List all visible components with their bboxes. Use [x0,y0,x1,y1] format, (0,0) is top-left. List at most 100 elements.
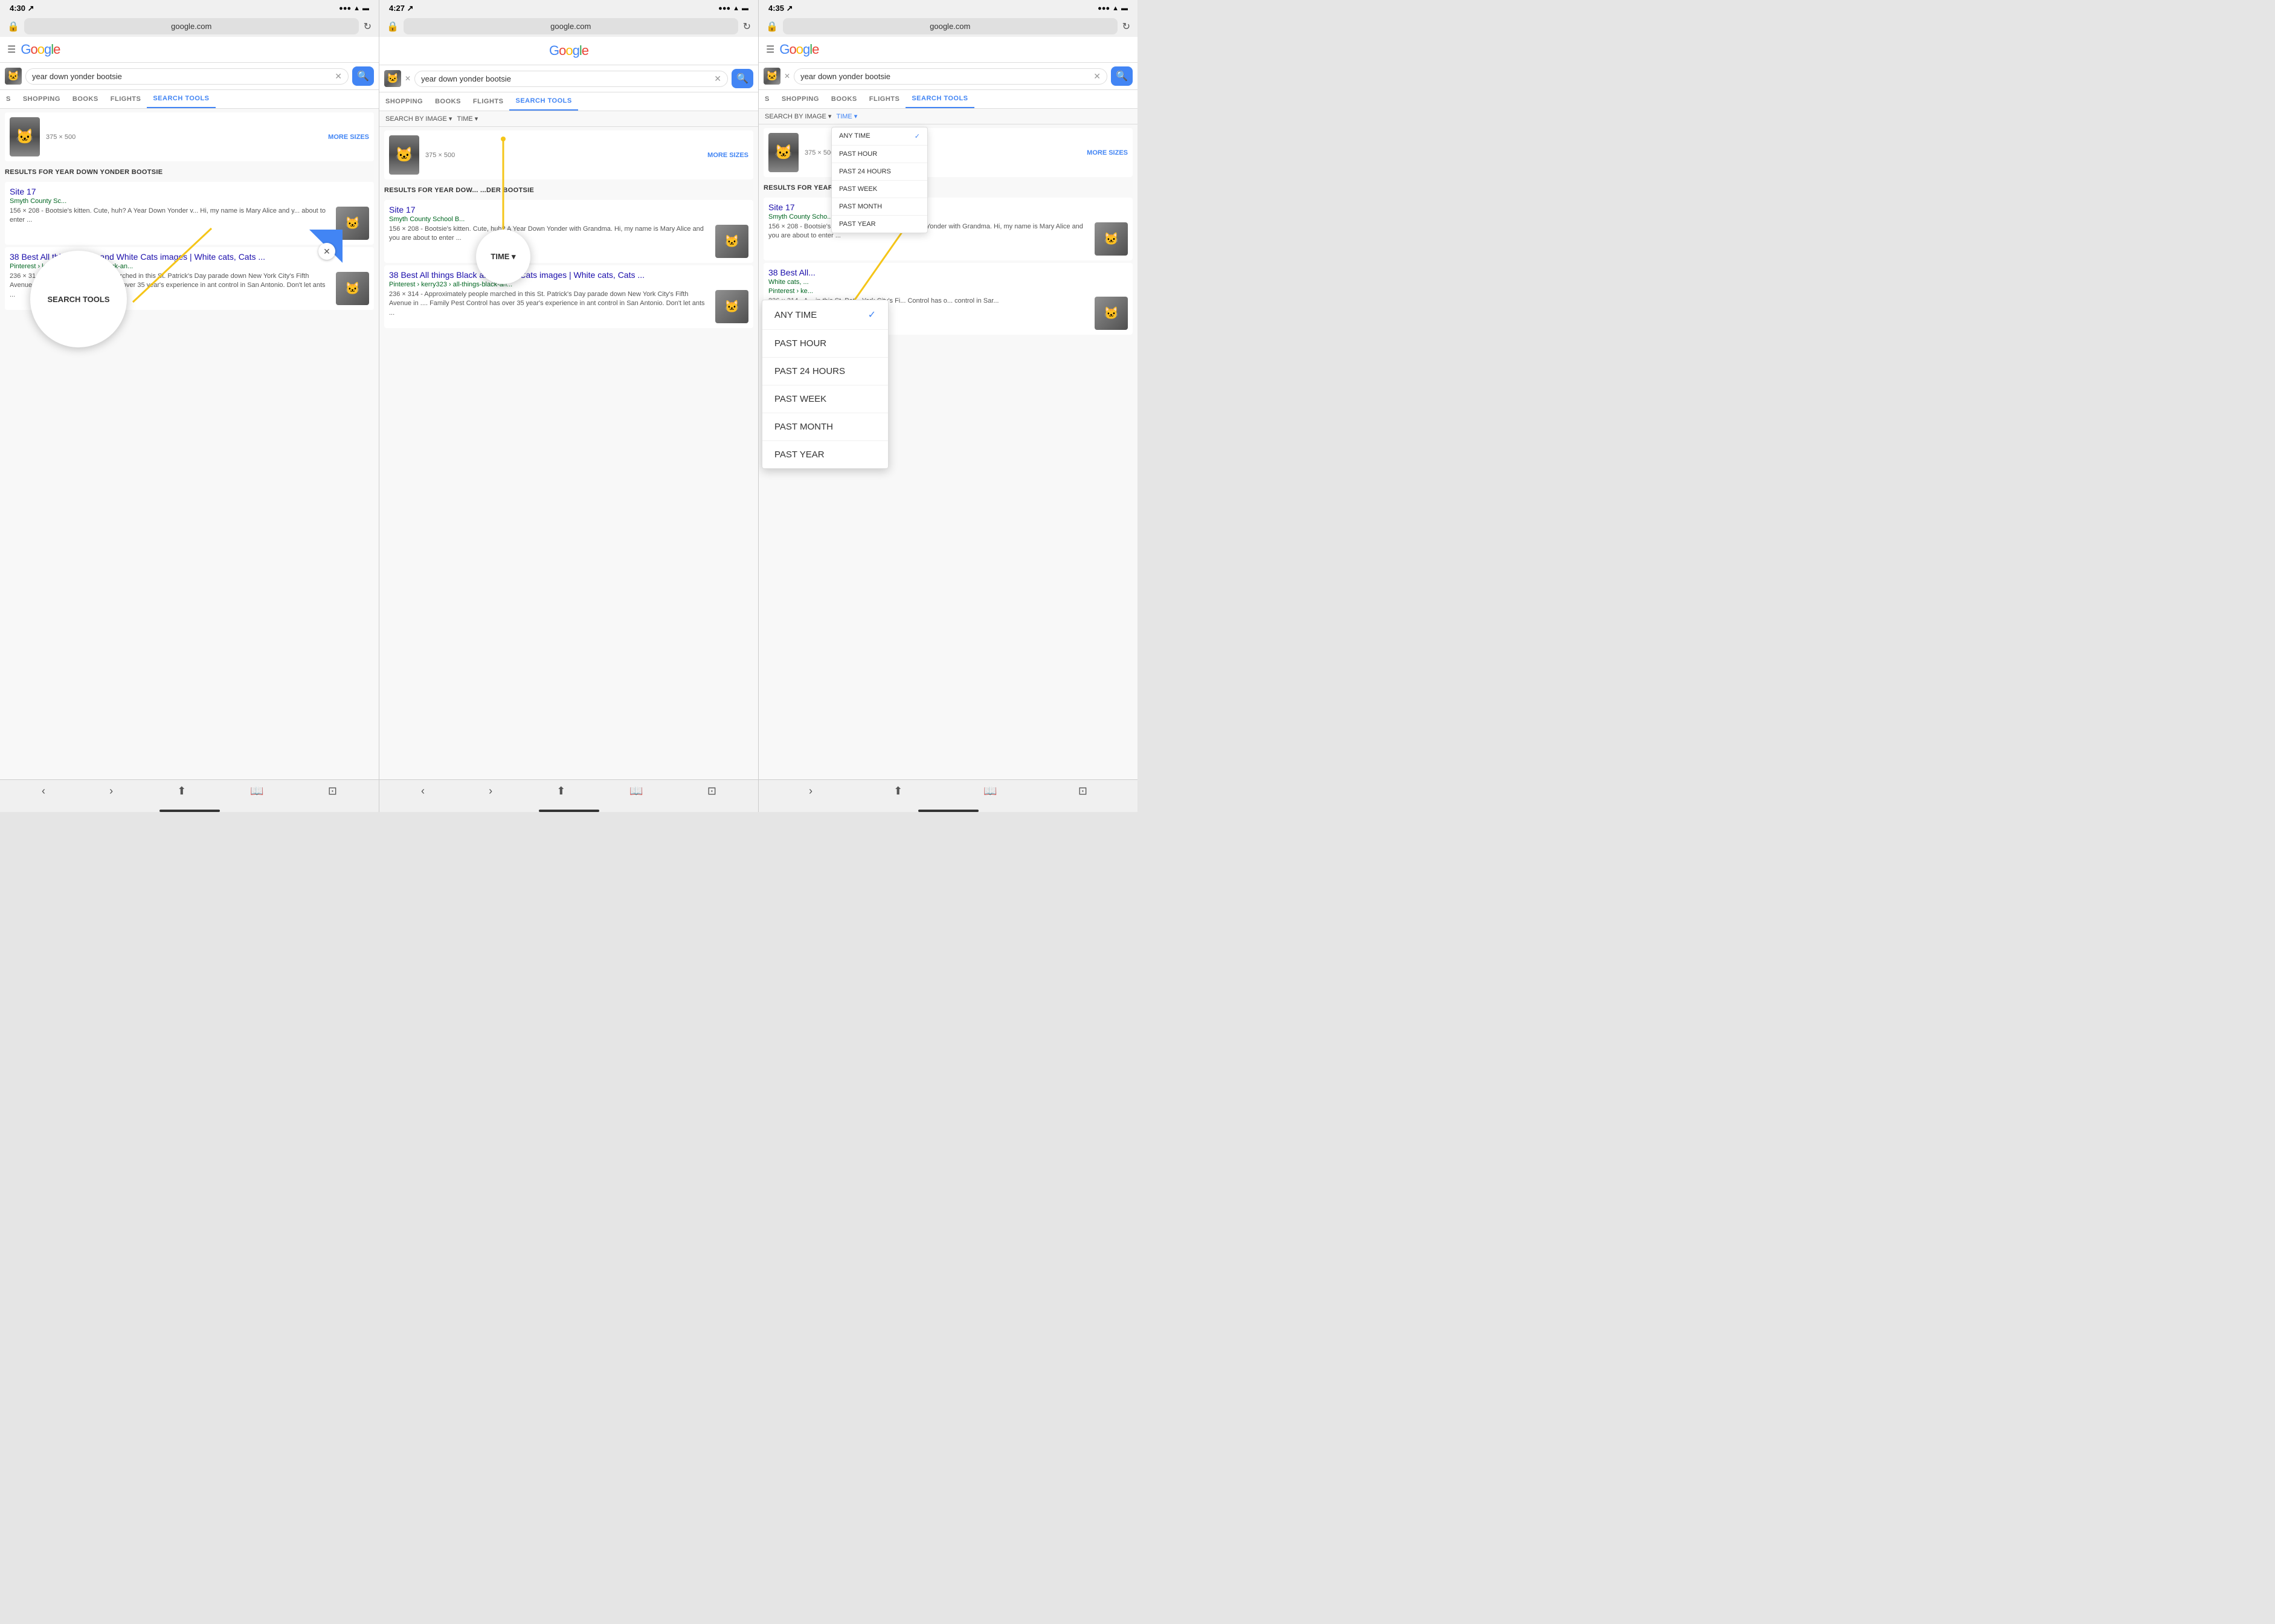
nav-tab-flights-3[interactable]: FLIGHTS [863,91,906,108]
result-title-3-1[interactable]: Site 17 [768,202,1128,212]
large-dropdown-item-pastweek[interactable]: PAST WEEK [762,385,888,413]
nav-tab-search-tools-1[interactable]: SEARCH TOOLS [147,90,215,108]
large-dropdown-item-pasthour[interactable]: PAST HOUR [762,330,888,358]
nav-tab-s-3[interactable]: S [759,91,776,108]
search-button-3[interactable]: 🔍 [1111,66,1133,86]
close-icon-1[interactable]: ✕ [335,71,342,82]
large-dropdown-item-anytime[interactable]: ANY TIME ✓ [762,300,888,330]
nav-tab-search-tools-3[interactable]: SEARCH TOOLS [906,90,974,108]
nav-tab-s-1[interactable]: S [0,91,17,108]
status-bar-2: 4:27 ↗ ●●● ▲ ▬ [379,0,758,16]
search-by-image-btn-2[interactable]: SEARCH BY IMAGE ▾ [385,115,452,123]
nav-tab-books-2[interactable]: BOOKS [429,93,467,110]
time-btn-2[interactable]: TIME ▾ [457,115,478,123]
wifi-icon-1: ▲ [353,5,360,12]
reload-btn-2[interactable]: ↻ [743,21,751,33]
home-indicator-2 [539,810,599,812]
back-btn-1[interactable]: ‹ [42,785,45,798]
search-thumbnail-1 [5,68,22,85]
url-box-2[interactable]: google.com [404,18,738,34]
bottom-nav-2: ‹ › ⬆ 📖 ⊡ [379,779,758,807]
nav-tabs-3: S SHOPPING BOOKS FLIGHTS SEARCH TOOLS [759,90,1138,109]
nav-tab-search-tools-2[interactable]: SEARCH TOOLS [509,92,578,111]
nav-tab-books-1[interactable]: BOOKS [66,91,105,108]
result-dims-2: 375 × 500 [425,152,701,159]
nav-tab-shopping-3[interactable]: SHOPPING [776,91,825,108]
result-thumb-2-1: 🐱 [715,225,748,258]
more-sizes-1[interactable]: MORE SIZES [328,134,369,141]
share-btn-2[interactable]: ⬆ [556,785,565,798]
close-icon-3[interactable]: ✕ [1093,71,1101,82]
tabs-btn-3[interactable]: ⊡ [1078,785,1087,798]
large-dropdown-item-pastmonth[interactable]: PAST MONTH [762,413,888,441]
url-box-3[interactable]: google.com [783,18,1118,34]
bookmarks-btn-2[interactable]: 📖 [629,785,643,798]
result-image-3: 🐱 [768,133,799,172]
back-btn-2[interactable]: ‹ [421,785,425,798]
dropdown-item-pastweek-small[interactable]: PAST WEEK [832,181,927,198]
result-title-2-2[interactable]: 38 Best All things Black and White Cats … [389,270,748,280]
search-input-box-3[interactable]: year down yonder bootsie ✕ [794,68,1107,85]
google-logo-2: Google [549,43,588,59]
search-by-image-btn-3[interactable]: SEARCH BY IMAGE ▾ [765,112,831,120]
result-title-2-1[interactable]: Site 17 [389,205,748,214]
hamburger-icon-3[interactable]: ☰ [766,44,774,56]
reload-btn-1[interactable]: ↻ [364,21,372,33]
large-dropdown-label-anytime: ANY TIME [774,310,817,320]
dropdown-item-anytime-small[interactable]: ANY TIME ✓ [832,127,927,146]
dropdown-item-pastyear-small[interactable]: PAST YEAR [832,216,927,233]
url-bar-2: 🔒 google.com ↻ [379,16,758,37]
nav-tab-flights-1[interactable]: FLIGHTS [105,91,147,108]
search-input-box-2[interactable]: year down yonder bootsie ✕ [414,71,728,87]
result-source-1-2: Pinterest › kerry323 › all-things-black-… [10,263,369,270]
share-btn-3[interactable]: ⬆ [893,785,903,798]
hamburger-icon-1[interactable]: ☰ [7,44,16,56]
nav-tab-flights-2[interactable]: FLIGHTS [467,93,510,110]
close-icon-2[interactable]: ✕ [714,74,721,84]
nav-tab-shopping-1[interactable]: SHOPPING [17,91,66,108]
result-title-1-1[interactable]: Site 17 [10,187,369,196]
share-btn-1[interactable]: ⬆ [177,785,186,798]
google-header-2: Google [379,37,758,65]
dropdown-item-pastmonth-small[interactable]: PAST MONTH [832,198,927,216]
forward-btn-1[interactable]: › [109,785,113,798]
search-button-2[interactable]: 🔍 [732,69,753,88]
large-dropdown-item-past24[interactable]: PAST 24 HOURS [762,358,888,385]
more-sizes-3[interactable]: MORE SIZES [1087,149,1128,156]
large-dropdown-item-pastyear[interactable]: PAST YEAR [762,441,888,468]
image-result-1: 🐱 375 × 500 MORE SIZES [5,112,374,161]
nav-tab-books-3[interactable]: BOOKS [825,91,863,108]
url-box-1[interactable]: google.com [24,18,359,34]
more-sizes-2[interactable]: MORE SIZES [707,152,748,159]
bookmarks-btn-1[interactable]: 📖 [250,785,263,798]
search-button-1[interactable]: 🔍 [352,66,374,86]
battery-icon-1: ▬ [362,5,369,12]
search-text-3: year down yonder bootsie [800,72,1090,81]
tabs-btn-1[interactable]: ⊡ [328,785,337,798]
wifi-icon-3: ▲ [1112,5,1119,12]
close-icon-thumb-2[interactable]: ✕ [405,74,411,83]
time-btn-3[interactable]: TIME ▾ [836,112,857,120]
main-content-2: 🐱 375 × 500 MORE SIZES RESULTS FOR YEAR … [379,127,758,779]
nav-tab-shopping-2[interactable]: SHOPPING [379,93,429,110]
overlay-circle-2: TIME ▾ [476,230,530,284]
checkmark-anytime-small: ✓ [915,132,920,140]
dropdown-item-pasthour-small[interactable]: PAST HOUR [832,146,927,163]
result-title-1-2[interactable]: 38 Best All things Black and White Cats … [10,252,369,262]
tabs-btn-2[interactable]: ⊡ [707,785,716,798]
dropdown-item-past24-small[interactable]: PAST 24 HOURS [832,163,927,181]
close-icon-thumb-3[interactable]: ✕ [784,72,790,80]
search-input-box-1[interactable]: year down yonder bootsie ✕ [25,68,349,85]
time-3: 4:35 ↗ [768,4,793,13]
dropdown-label-pastmonth-small: PAST MONTH [839,203,882,210]
search-thumbnail-3 [764,68,780,85]
result-item-3-1: Site 17 Smyth County Scho... 156 × 208 -… [764,198,1133,260]
image-result-3: 🐱 375 × 500 MORE SIZES [764,128,1133,177]
result-title-3-2[interactable]: 38 Best All... [768,268,1128,277]
result-text-1-1: 156 × 208 - Bootsie's kitten. Cute, huh?… [10,207,331,240]
back-btn-3[interactable]: › [809,785,812,798]
bookmarks-btn-3[interactable]: 📖 [983,785,997,798]
reload-btn-3[interactable]: ↻ [1122,21,1130,33]
forward-btn-2[interactable]: › [489,785,492,798]
result-source-3-2: White cats, ... [768,279,1128,286]
